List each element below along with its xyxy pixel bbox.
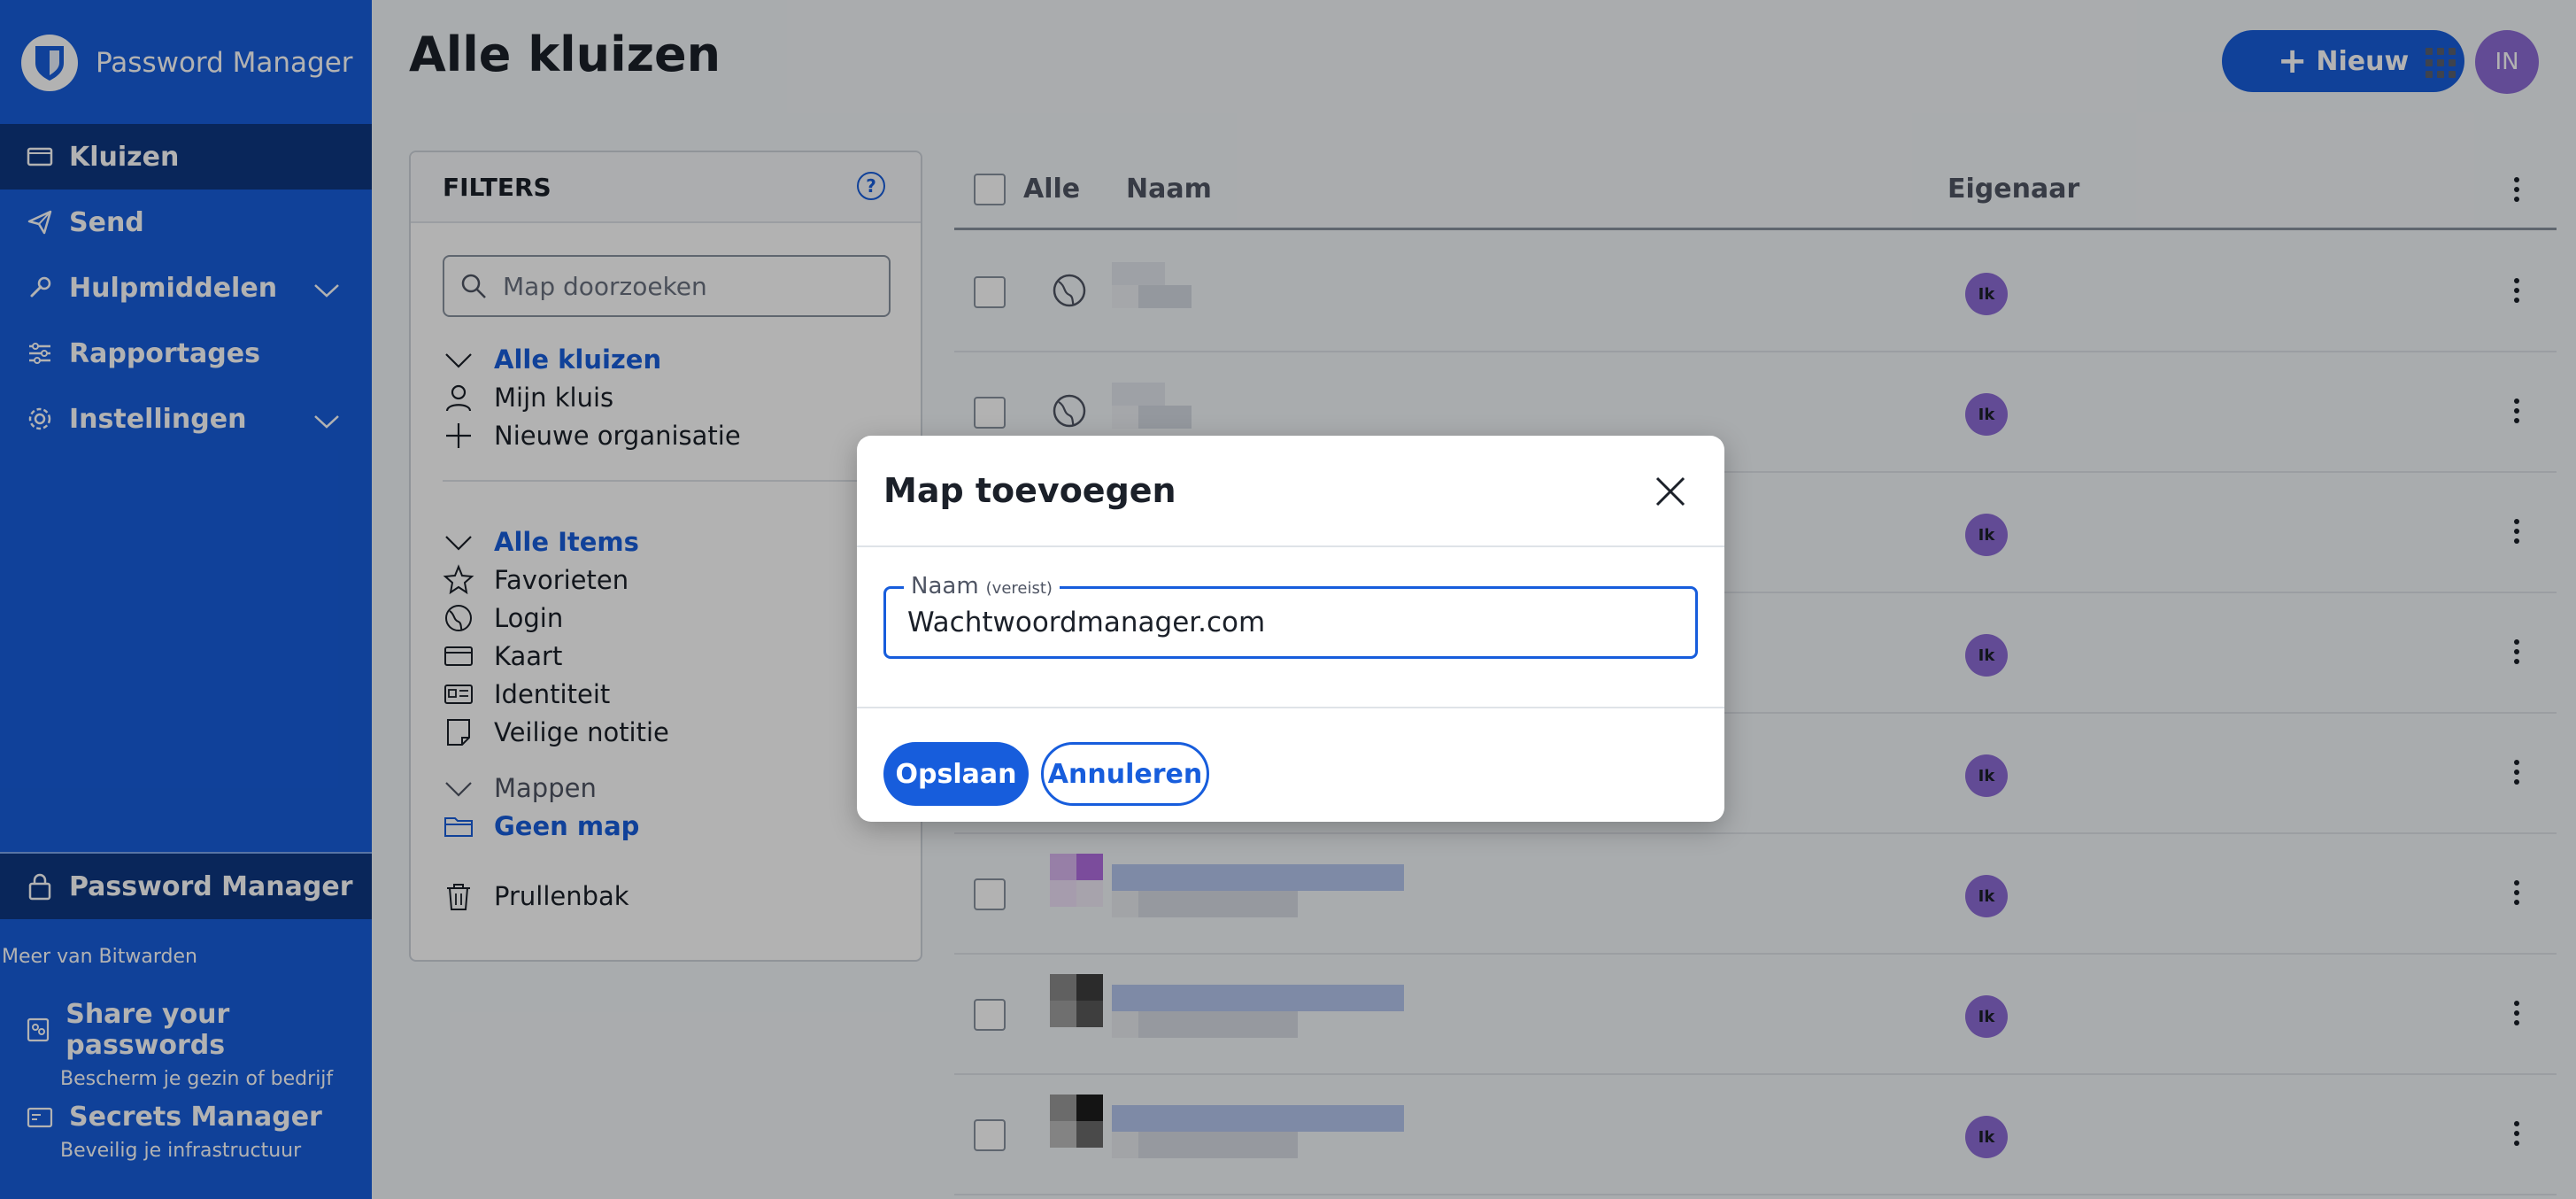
folder-name-input[interactable]: Wachtwoordmanager.com (907, 607, 1265, 638)
cancel-button[interactable]: Annuleren (1041, 742, 1209, 806)
folder-name-field[interactable]: Naam (vereist) Wachtwoordmanager.com (883, 573, 1698, 659)
field-required-hint: (vereist) (985, 579, 1053, 598)
field-label: Naam (vereist) (904, 573, 1060, 600)
save-button[interactable]: Opslaan (883, 742, 1029, 806)
close-icon[interactable] (1650, 471, 1691, 512)
field-label-text: Naam (911, 573, 979, 600)
add-folder-dialog: Map toevoegen Naam (vereist) Wachtwoordm… (857, 436, 1724, 822)
dialog-title: Map toevoegen (883, 471, 1176, 510)
